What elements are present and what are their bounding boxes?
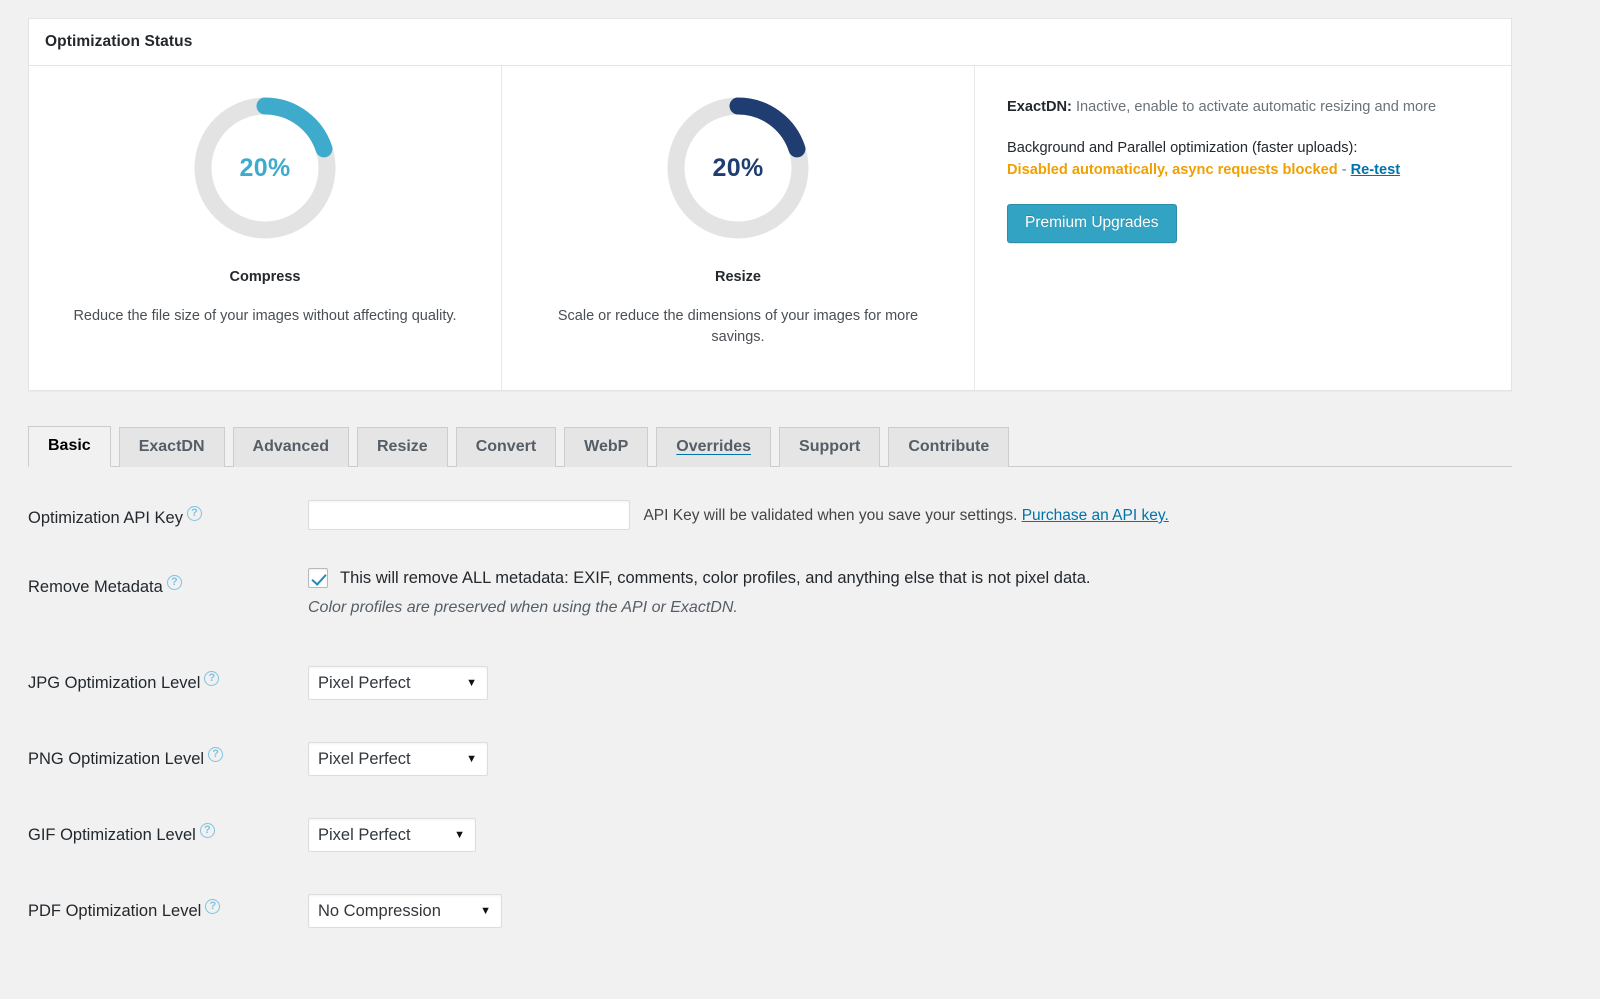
remove-metadata-row: Remove Metadata? This will remove ALL me… <box>28 554 1548 652</box>
exactdn-label: ExactDN: <box>1007 99 1072 115</box>
optimization-level-select[interactable]: No Compression ▼ <box>308 894 502 928</box>
question-mark-icon[interactable]: ? <box>187 506 202 522</box>
resize-description: Scale or reduce the dimensions of your i… <box>557 308 919 346</box>
background-optimization-status: Disabled automatically, async requests b… <box>1007 162 1338 179</box>
optimization-level-value: No Compression <box>318 902 441 920</box>
question-mark-icon[interactable]: ? <box>205 899 221 915</box>
tab-convert[interactable]: Convert <box>455 427 557 467</box>
optimization-level-label-cell: PNG Optimization Level? <box>28 728 308 768</box>
resize-caption: Resize <box>715 269 761 285</box>
optimization-level-value: Pixel Perfect <box>318 674 411 692</box>
re-test-link[interactable]: Re-test <box>1351 162 1400 178</box>
status-separator: - <box>1337 162 1351 179</box>
api-key-row: Optimization API Key? API Key will be va… <box>28 490 1548 554</box>
optimization-level-row: PDF Optimization Level? No Compression ▼ <box>28 880 1548 956</box>
optimization-level-row: JPG Optimization Level? Pixel Perfect ▼ <box>28 652 1548 728</box>
chevron-down-icon: ▼ <box>466 677 477 689</box>
compress-percent-label: 20% <box>239 153 291 182</box>
optimization-level-select[interactable]: Pixel Perfect ▼ <box>308 818 476 852</box>
api-key-input[interactable] <box>308 500 630 530</box>
background-optimization-line: Background and Parallel optimization (fa… <box>1007 137 1400 181</box>
optimization-level-value: Pixel Perfect <box>318 826 411 844</box>
settings-form: Optimization API Key? API Key will be va… <box>28 490 1548 956</box>
optimization-level-row: PNG Optimization Level? Pixel Perfect ▼ <box>28 728 1548 804</box>
api-key-label-cell: Optimization API Key? <box>28 490 308 527</box>
optimization-level-label-cell: JPG Optimization Level? <box>28 652 308 692</box>
optimization-level-field-cell: Pixel Perfect ▼ <box>308 728 488 776</box>
resize-donut-chart: 20% <box>662 92 814 244</box>
page-title: Optimization Status <box>45 33 193 50</box>
compress-description: Reduce the file size of your images with… <box>73 308 457 324</box>
status-info-column: ExactDN: Inactive, enable to activate au… <box>975 66 1511 391</box>
optimization-level-label: GIF Optimization Level <box>28 826 196 844</box>
api-key-hint-text: API Key will be validated when you save … <box>643 507 1018 524</box>
compress-status-card: 20% Compress Reduce the file size of you… <box>29 66 502 391</box>
optimization-level-rows: JPG Optimization Level? Pixel Perfect ▼ PNG… <box>28 652 1548 956</box>
api-key-hint: API Key will be validated when you save … <box>643 507 1168 525</box>
remove-metadata-note: Color profiles are preserved when using … <box>308 599 738 616</box>
optimization-level-label: PDF Optimization Level <box>28 902 202 920</box>
background-optimization-label: Background and Parallel optimization (fa… <box>1007 140 1358 157</box>
optimization-level-label: JPG Optimization Level <box>28 674 201 692</box>
remove-metadata-label: Remove Metadata <box>28 578 163 596</box>
tab-basic[interactable]: Basic <box>28 426 111 467</box>
tab-resize[interactable]: Resize <box>356 427 448 467</box>
status-panel-body: 20% Compress Reduce the file size of you… <box>29 66 1511 391</box>
remove-metadata-checkbox-text: This will remove ALL metadata: EXIF, com… <box>340 568 1091 587</box>
question-mark-icon[interactable]: ? <box>204 671 220 687</box>
chevron-down-icon: ▼ <box>466 753 477 765</box>
tab-exactdn[interactable]: ExactDN <box>118 427 225 467</box>
purchase-api-key-link[interactable]: Purchase an API key. <box>1022 507 1169 524</box>
chevron-down-icon: ▼ <box>480 905 491 917</box>
optimization-level-label-cell: PDF Optimization Level? <box>28 880 308 920</box>
tab-contribute[interactable]: Contribute <box>888 427 1010 467</box>
exactdn-status-line: ExactDN: Inactive, enable to activate au… <box>1007 96 1436 118</box>
compress-caption: Compress <box>229 269 301 285</box>
exactdn-status-text: Inactive, enable to activate automatic r… <box>1071 99 1437 115</box>
optimization-level-row: GIF Optimization Level? Pixel Perfect ▼ <box>28 804 1548 880</box>
optimization-status-panel: Optimization Status 20% Compress Reduce … <box>28 18 1512 391</box>
compress-donut-chart: 20% <box>189 92 341 244</box>
api-key-label: Optimization API Key <box>28 509 183 527</box>
optimization-level-label: PNG Optimization Level <box>28 750 205 768</box>
tab-advanced[interactable]: Advanced <box>232 427 349 467</box>
resize-percent-label: 20% <box>712 153 764 182</box>
optimization-level-field-cell: Pixel Perfect ▼ <box>308 804 476 852</box>
question-mark-icon[interactable]: ? <box>166 575 182 591</box>
question-mark-icon[interactable]: ? <box>199 823 215 839</box>
settings-tab-bar: Basic ExactDN Advanced Resize Convert WebP Ove… <box>28 422 1512 467</box>
optimization-level-field-cell: No Compression ▼ <box>308 880 502 928</box>
resize-status-card: 20% Resize Scale or reduce the dimension… <box>502 66 975 391</box>
optimization-level-field-cell: Pixel Perfect ▼ <box>308 652 488 700</box>
status-panel-header: Optimization Status <box>29 19 1511 66</box>
remove-metadata-checkbox[interactable] <box>308 568 328 588</box>
tab-webp[interactable]: WebP <box>564 427 649 467</box>
optimization-level-label-cell: GIF Optimization Level? <box>28 804 308 844</box>
optimization-level-value: Pixel Perfect <box>318 750 411 768</box>
optimization-level-select[interactable]: Pixel Perfect ▼ <box>308 666 488 700</box>
remove-metadata-field-cell: This will remove ALL metadata: EXIF, com… <box>308 554 1091 617</box>
remove-metadata-label-cell: Remove Metadata? <box>28 554 308 596</box>
api-key-field-cell: API Key will be validated when you save … <box>308 490 1169 530</box>
remove-metadata-checkbox-line: This will remove ALL metadata: EXIF, com… <box>308 568 1091 588</box>
question-mark-icon[interactable]: ? <box>208 747 224 763</box>
tab-support[interactable]: Support <box>779 427 881 467</box>
tab-overrides[interactable]: Overrides <box>656 427 772 467</box>
chevron-down-icon: ▼ <box>454 829 465 841</box>
optimization-level-select[interactable]: Pixel Perfect ▼ <box>308 742 488 776</box>
premium-upgrades-button[interactable]: Premium Upgrades <box>1007 203 1177 243</box>
